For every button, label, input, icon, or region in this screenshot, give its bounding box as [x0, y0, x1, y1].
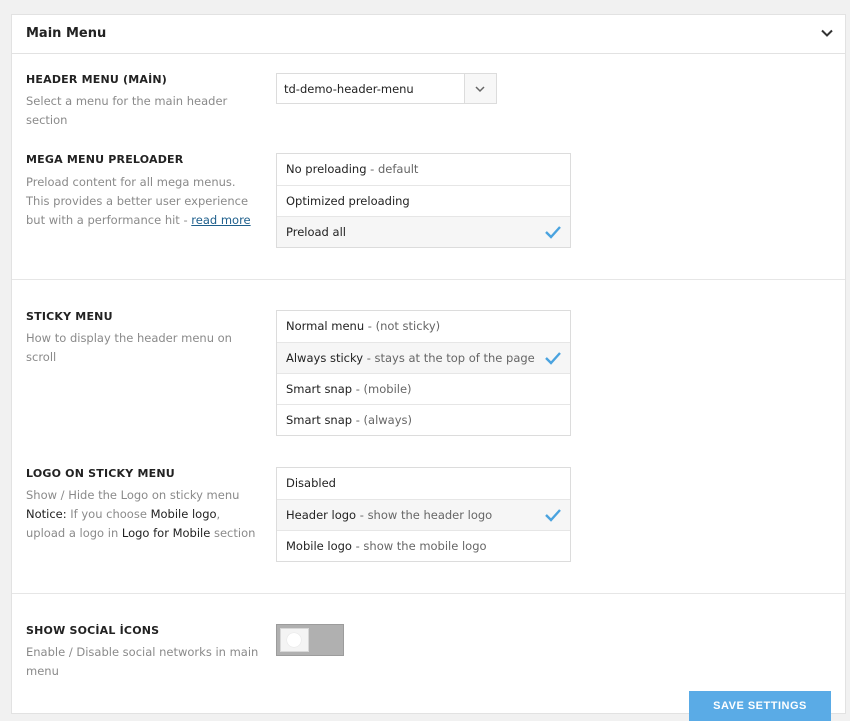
notice-text: If you choose — [66, 507, 151, 521]
option-description: - show the header logo — [356, 508, 493, 522]
checkmark-icon — [545, 226, 561, 239]
radio-option-label: Normal menu - (not sticky) — [286, 319, 440, 333]
radio-option-label: Disabled — [286, 476, 336, 490]
radio-option[interactable]: Preload all — [277, 216, 570, 247]
social-icons-description: Enable / Disable social networks in main… — [26, 645, 259, 678]
chevron-down-icon[interactable] — [819, 25, 835, 41]
option-description: - (mobile) — [352, 382, 412, 396]
sticky-menu-title: STICKY MENU — [26, 310, 113, 323]
radio-option[interactable]: Header logo - show the header logo — [277, 499, 570, 530]
notice-mobile-logo: Mobile logo — [150, 507, 217, 521]
option-name: No preloading — [286, 162, 367, 176]
mega-menu-preloader-title: MEGA MENU PRELOADER — [26, 153, 184, 166]
checkmark-icon — [545, 509, 561, 522]
logo-sticky-description: Show / Hide the Logo on sticky menu Noti… — [26, 486, 262, 543]
select-arrow[interactable] — [464, 74, 496, 103]
chevron-down-icon — [475, 86, 485, 93]
header-menu-title: HEADER MENU (MAİN) — [26, 73, 168, 86]
option-name: Preload all — [286, 225, 346, 239]
section-divider — [12, 593, 845, 594]
option-description: - stays at the top of the page — [363, 351, 535, 365]
option-name: Mobile logo — [286, 539, 352, 553]
panel-header[interactable]: Main Menu — [12, 15, 845, 54]
option-description: - (always) — [352, 413, 413, 427]
header-menu-description: Select a menu for the main header sectio… — [26, 94, 228, 127]
sticky-menu-options: Normal menu - (not sticky) Always sticky … — [276, 310, 571, 436]
option-description: - (not sticky) — [364, 319, 441, 333]
option-name: Smart snap — [286, 413, 353, 427]
header-menu-select-value: td-demo-header-menu — [284, 82, 414, 96]
option-description: - default — [366, 162, 419, 176]
option-description: - show the mobile logo — [351, 539, 487, 553]
radio-option-label: Mobile logo - show the mobile logo — [286, 539, 487, 553]
radio-option[interactable]: Smart snap - (always) — [277, 404, 570, 435]
radio-option-label: Header logo - show the header logo — [286, 508, 492, 522]
notice-text: section — [210, 526, 256, 540]
option-name: Always sticky — [286, 351, 364, 365]
radio-option[interactable]: Normal menu - (not sticky) — [277, 311, 570, 342]
radio-option[interactable]: Mobile logo - show the mobile logo — [277, 530, 570, 561]
radio-option[interactable]: Smart snap - (mobile) — [277, 373, 570, 404]
option-name: Header logo — [286, 508, 357, 522]
logo-sticky-options: Disabled Header logo - show the header lo… — [276, 467, 571, 562]
logo-sticky-desc-line1: Show / Hide the Logo on sticky menu — [26, 488, 240, 502]
radio-option[interactable]: Always sticky - stays at the top of the … — [277, 342, 570, 373]
radio-option-label: Smart snap - (always) — [286, 413, 412, 427]
notice-logo-for-mobile: Logo for Mobile — [121, 526, 211, 540]
radio-option[interactable]: Disabled — [277, 468, 570, 499]
radio-option-label: Preload all — [286, 225, 346, 239]
radio-option-label: Always sticky - stays at the top of the … — [286, 351, 535, 365]
sticky-menu-description: How to display the header menu on scroll — [26, 331, 232, 364]
option-name: Normal menu — [286, 319, 365, 333]
checkmark-icon — [545, 352, 561, 365]
mega-menu-preloader-description: Preload content for all mega menus. This… — [26, 173, 262, 230]
mega-menu-preloader-options: No preloading - default Optimized preload… — [276, 153, 571, 248]
read-more-link[interactable]: read more — [191, 213, 250, 227]
logo-sticky-title: LOGO ON STICKY MENU — [26, 467, 175, 480]
panel-title: Main Menu — [26, 26, 107, 41]
toggle-knob — [280, 628, 309, 652]
header-menu-select[interactable]: td-demo-header-menu — [276, 73, 497, 104]
radio-option-label: Smart snap - (mobile) — [286, 382, 412, 396]
option-name: Smart snap — [286, 382, 353, 396]
notice-label: Notice: — [26, 507, 67, 521]
social-icons-toggle[interactable] — [276, 624, 344, 656]
radio-option-label: Optimized preloading — [286, 194, 410, 208]
section-divider — [12, 279, 845, 280]
main-menu-panel: Main Menu HEADER MENU (MAİN) Select a me… — [11, 14, 846, 721]
radio-option[interactable]: Optimized preloading — [277, 185, 570, 216]
save-settings-button[interactable]: SAVE SETTINGS — [689, 691, 831, 721]
option-name: Optimized preloading — [286, 194, 410, 208]
option-name: Disabled — [286, 476, 336, 490]
radio-option[interactable]: No preloading - default — [277, 154, 570, 185]
radio-option-label: No preloading - default — [286, 162, 418, 176]
social-icons-title: SHOW SOCİAL İCONS — [26, 624, 160, 637]
